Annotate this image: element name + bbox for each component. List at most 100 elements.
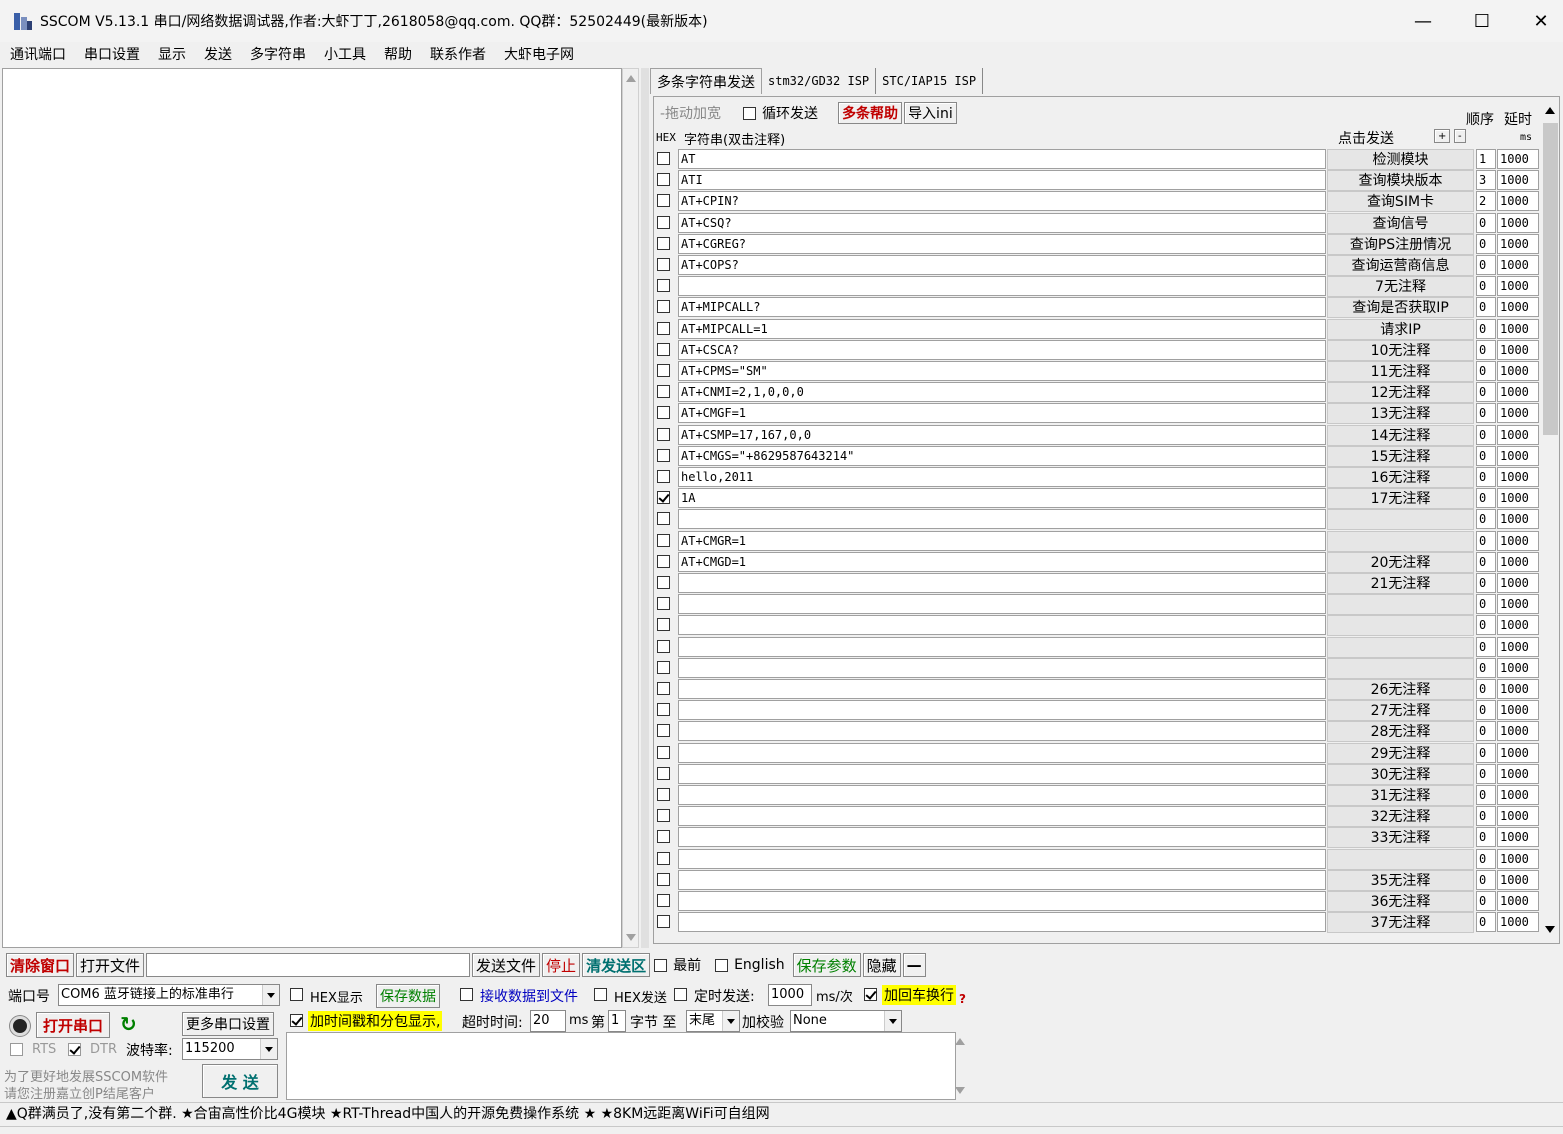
dtr-checkbox[interactable] xyxy=(68,1043,81,1056)
row-send-button[interactable]: 7无注释 xyxy=(1327,276,1474,297)
row-hex-checkbox[interactable] xyxy=(657,343,670,356)
topmost-checkbox[interactable] xyxy=(654,958,668,972)
row-hex-checkbox[interactable] xyxy=(657,512,670,525)
row-delay-input[interactable]: 1000 xyxy=(1497,234,1539,254)
send-file-button[interactable]: 发送文件 xyxy=(472,953,541,977)
row-delay-input[interactable]: 1000 xyxy=(1497,594,1539,614)
row-hex-checkbox[interactable] xyxy=(657,703,670,716)
row-string-input[interactable] xyxy=(678,573,1326,593)
menu-contact-author[interactable]: 联系作者 xyxy=(430,44,486,64)
row-order-input[interactable]: 0 xyxy=(1476,870,1496,890)
row-send-button[interactable]: 31无注释 xyxy=(1327,785,1474,806)
row-send-button[interactable] xyxy=(1327,531,1474,552)
row-string-input[interactable]: AT+CPIN? xyxy=(678,191,1326,211)
row-string-input[interactable]: AT+CSCA? xyxy=(678,340,1326,360)
row-string-input[interactable] xyxy=(678,827,1326,847)
row-string-input[interactable] xyxy=(678,276,1326,296)
row-send-button[interactable]: 36无注释 xyxy=(1327,891,1474,912)
row-hex-checkbox[interactable] xyxy=(657,767,670,780)
row-order-input[interactable]: 0 xyxy=(1476,531,1496,551)
row-delay-input[interactable]: 1000 xyxy=(1497,615,1539,635)
row-string-input[interactable] xyxy=(678,849,1326,869)
row-hex-checkbox[interactable] xyxy=(657,597,670,610)
row-hex-checkbox[interactable] xyxy=(657,915,670,928)
row-order-input[interactable]: 0 xyxy=(1476,213,1496,233)
row-order-input[interactable]: 0 xyxy=(1476,234,1496,254)
row-send-button[interactable] xyxy=(1327,637,1474,658)
row-delay-input[interactable]: 1000 xyxy=(1497,827,1539,847)
timestamp-checkbox[interactable] xyxy=(290,1014,303,1027)
menu-send[interactable]: 发送 xyxy=(204,44,232,64)
row-order-input[interactable]: 0 xyxy=(1476,573,1496,593)
panel-splitter[interactable] xyxy=(641,68,649,948)
row-send-button[interactable]: 21无注释 xyxy=(1327,573,1474,594)
row-send-button[interactable]: 查询是否获取IP xyxy=(1327,297,1474,318)
row-hex-checkbox[interactable] xyxy=(657,300,670,313)
row-string-input[interactable]: AT+COPS? xyxy=(678,255,1326,275)
row-delay-input[interactable]: 1000 xyxy=(1497,891,1539,911)
row-hex-checkbox[interactable] xyxy=(657,809,670,822)
scroll-down-icon[interactable] xyxy=(955,1087,965,1094)
row-send-button[interactable]: 28无注释 xyxy=(1327,721,1474,742)
row-string-input[interactable]: AT+CMGF=1 xyxy=(678,403,1326,423)
row-send-button[interactable]: 35无注释 xyxy=(1327,870,1474,891)
row-string-input[interactable] xyxy=(678,891,1326,911)
scroll-thumb[interactable] xyxy=(1543,123,1558,435)
row-delay-input[interactable]: 1000 xyxy=(1497,170,1539,190)
row-string-input[interactable] xyxy=(678,509,1326,529)
row-string-input[interactable] xyxy=(678,764,1326,784)
row-string-input[interactable] xyxy=(678,806,1326,826)
timed-interval-input[interactable]: 1000 xyxy=(768,984,812,1006)
row-delay-input[interactable]: 1000 xyxy=(1497,403,1539,423)
row-delay-input[interactable]: 1000 xyxy=(1497,276,1539,296)
tail-select[interactable]: 末尾 xyxy=(686,1010,740,1032)
menu-daxia-website[interactable]: 大虾电子网 xyxy=(504,44,574,64)
row-delay-input[interactable]: 1000 xyxy=(1497,382,1539,402)
menu-display[interactable]: 显示 xyxy=(158,44,186,64)
row-order-input[interactable]: 0 xyxy=(1476,637,1496,657)
row-hex-checkbox[interactable] xyxy=(657,894,670,907)
row-order-input[interactable]: 0 xyxy=(1476,615,1496,635)
row-send-button[interactable]: 26无注释 xyxy=(1327,679,1474,700)
row-hex-checkbox[interactable] xyxy=(657,428,670,441)
row-delay-input[interactable]: 1000 xyxy=(1497,149,1539,169)
row-delay-input[interactable]: 1000 xyxy=(1497,721,1539,741)
multi-help-button[interactable]: 多条帮助 xyxy=(838,102,903,124)
row-send-button[interactable]: 查询SIM卡 xyxy=(1327,191,1474,212)
row-hex-checkbox[interactable] xyxy=(657,724,670,737)
save-data-button[interactable]: 保存数据 xyxy=(376,984,440,1008)
recv-to-file-checkbox[interactable] xyxy=(460,988,473,1001)
row-hex-checkbox[interactable] xyxy=(657,640,670,653)
row-hex-checkbox[interactable] xyxy=(657,364,670,377)
row-order-input[interactable]: 0 xyxy=(1476,446,1496,466)
menu-port-settings[interactable]: 串口设置 xyxy=(84,44,140,64)
row-string-input[interactable]: AT+CGREG? xyxy=(678,234,1326,254)
row-string-input[interactable]: AT xyxy=(678,149,1326,169)
row-delay-input[interactable]: 1000 xyxy=(1497,446,1539,466)
row-hex-checkbox[interactable] xyxy=(657,746,670,759)
row-string-input[interactable] xyxy=(678,785,1326,805)
row-delay-input[interactable]: 1000 xyxy=(1497,849,1539,869)
row-delay-input[interactable]: 1000 xyxy=(1497,297,1539,317)
row-hex-checkbox[interactable] xyxy=(657,322,670,335)
scroll-down-icon[interactable] xyxy=(1545,926,1555,933)
row-order-input[interactable]: 3 xyxy=(1476,170,1496,190)
row-order-input[interactable]: 0 xyxy=(1476,403,1496,423)
scroll-up-icon[interactable] xyxy=(626,75,636,82)
chevron-down-icon[interactable] xyxy=(722,1011,739,1031)
row-delay-input[interactable]: 1000 xyxy=(1497,509,1539,529)
send-scrollbar[interactable] xyxy=(950,1032,970,1100)
row-send-button[interactable]: 32无注释 xyxy=(1327,806,1474,827)
timeout-input[interactable]: 20 xyxy=(530,1010,566,1032)
row-send-button[interactable]: 14无注释 xyxy=(1327,425,1474,446)
row-delay-input[interactable]: 1000 xyxy=(1497,658,1539,678)
chevron-down-icon[interactable] xyxy=(884,1011,901,1031)
recv-to-file-label[interactable]: 接收数据到文件 xyxy=(480,986,578,1006)
row-delay-input[interactable]: 1000 xyxy=(1497,679,1539,699)
row-order-input[interactable]: 0 xyxy=(1476,679,1496,699)
row-delay-input[interactable]: 1000 xyxy=(1497,531,1539,551)
hide-button[interactable]: 隐藏 xyxy=(862,953,901,977)
row-delay-input[interactable]: 1000 xyxy=(1497,488,1539,508)
clear-window-button[interactable]: 清除窗口 xyxy=(6,953,75,977)
row-send-button[interactable]: 37无注释 xyxy=(1327,912,1474,933)
